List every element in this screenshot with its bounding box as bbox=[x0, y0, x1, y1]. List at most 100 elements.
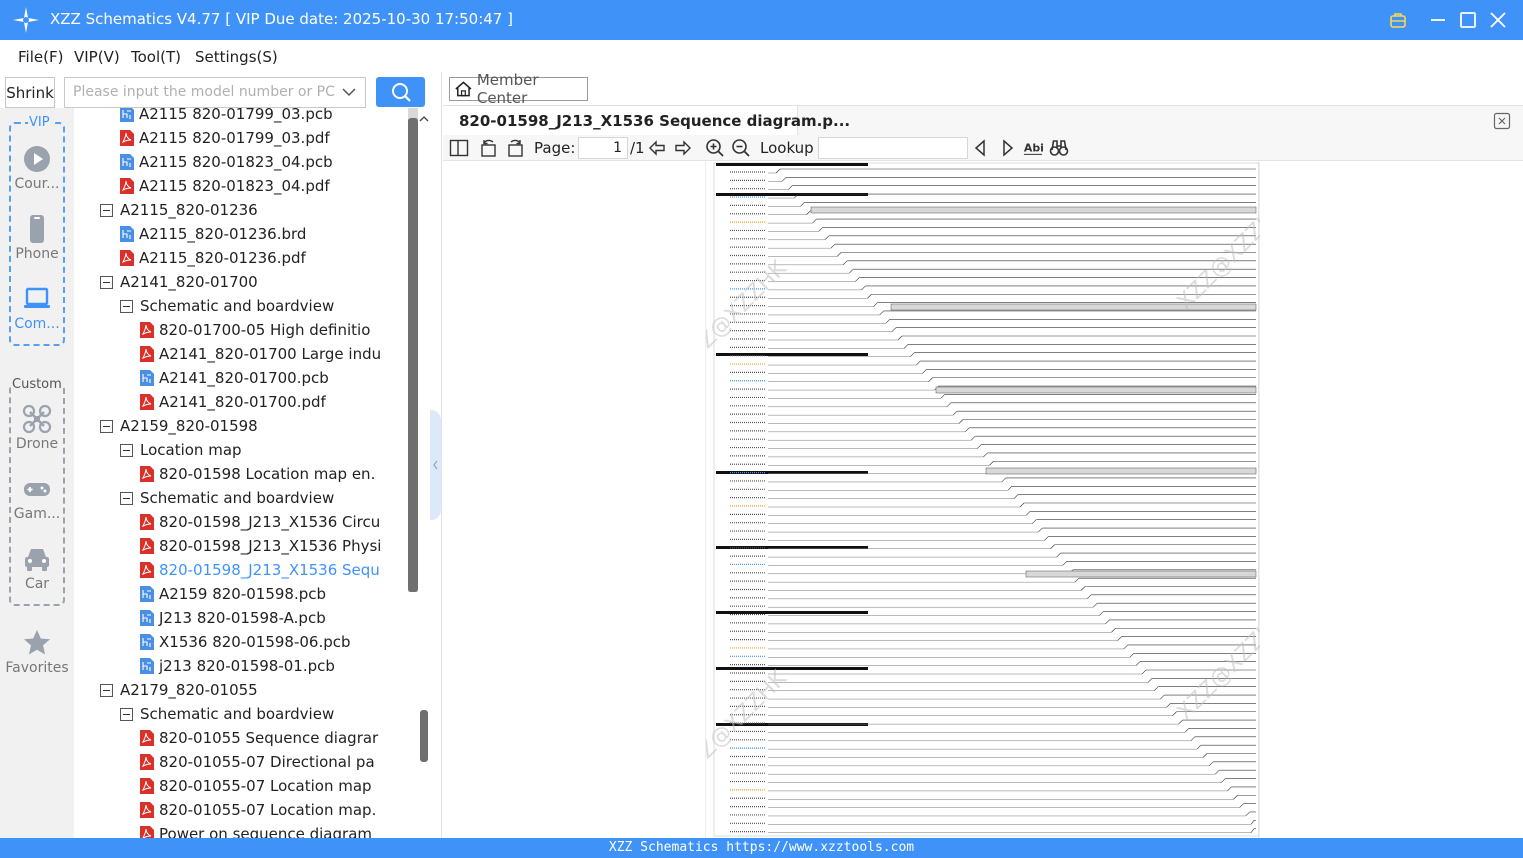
collapse-toggle-icon[interactable] bbox=[120, 443, 133, 457]
tree-file[interactable]: X1536 820-01598-06.pcb bbox=[140, 630, 351, 654]
lookup-input[interactable] bbox=[818, 137, 968, 159]
tree-file[interactable]: A2115 820-01799_03.pdf bbox=[120, 126, 330, 150]
tree-file[interactable]: A2115_820-01236.pdf bbox=[120, 246, 306, 270]
close-button[interactable] bbox=[1486, 8, 1510, 32]
menu-vip[interactable]: VIP(V) bbox=[74, 48, 120, 66]
document-tab[interactable]: 820-01598_J213_X1536 Sequence diagram.p.… bbox=[443, 106, 850, 136]
collapse-panel-handle[interactable] bbox=[430, 410, 441, 520]
tree-file[interactable]: A2159 820-01598.pcb bbox=[140, 582, 326, 606]
vip-bag-button[interactable] bbox=[1386, 8, 1410, 32]
next-page-icon[interactable] bbox=[673, 138, 693, 158]
tree-file[interactable]: 820-01598 Location map en. bbox=[140, 462, 375, 486]
signal-edge bbox=[1135, 661, 1141, 666]
tree-file[interactable]: 820-01700-05 High definitio bbox=[140, 318, 370, 342]
tree-scrollbar-thumb[interactable] bbox=[408, 118, 418, 592]
menu-settings[interactable]: Settings(S) bbox=[195, 48, 278, 66]
tree-folder[interactable]: Schematic and boardview bbox=[120, 486, 334, 510]
search-button[interactable] bbox=[376, 77, 425, 107]
tree-folder[interactable]: Location map bbox=[120, 438, 242, 462]
category-courses[interactable]: Cour... bbox=[0, 144, 74, 192]
tree-folder[interactable]: A2179_820-01055 bbox=[100, 678, 258, 702]
signal-edge bbox=[1062, 561, 1067, 566]
signal-edge bbox=[818, 227, 823, 232]
pdf-toolbar: Page: 1 /1 Lookup Abi bbox=[443, 135, 1523, 161]
scroll-up-icon[interactable] bbox=[418, 113, 430, 125]
signal-edge bbox=[1147, 678, 1153, 683]
pdf-viewer[interactable]: XZZ@XZZHK XZZ@XZZHK XZZ@XZZHK XZZ@XZZHK bbox=[443, 161, 1523, 838]
tree-file[interactable]: A2115 820-01799_03.pcb bbox=[120, 108, 333, 126]
tree-item-label: 820-01055-07 Directional pa bbox=[159, 753, 375, 771]
tree-file[interactable]: 820-01598_J213_X1536 Circu bbox=[140, 510, 380, 534]
collapse-toggle-icon[interactable] bbox=[120, 491, 133, 505]
menu-file[interactable]: File(F) bbox=[18, 48, 63, 66]
signal-edge bbox=[1056, 552, 1061, 558]
rotate-right-icon[interactable] bbox=[505, 138, 525, 158]
tree-file[interactable]: 820-01598_J213_X1536 Sequ bbox=[140, 558, 380, 582]
tree-file[interactable]: A2141_820-01700.pdf bbox=[140, 390, 326, 414]
shrink-button[interactable]: Shrink bbox=[5, 77, 55, 108]
signal-edge bbox=[830, 243, 836, 249]
tree-file[interactable]: 820-01598_J213_X1536 Physi bbox=[140, 534, 381, 558]
collapse-toggle-icon[interactable] bbox=[120, 299, 133, 313]
category-drone[interactable]: Drone bbox=[0, 404, 74, 452]
tree-file[interactable]: 820-01055-07 Directional pa bbox=[140, 750, 375, 774]
tree-file[interactable]: 820-01055-07 Location map. bbox=[140, 798, 376, 822]
rotate-left-icon[interactable] bbox=[479, 138, 499, 158]
menu-tool[interactable]: Tool(T) bbox=[131, 48, 181, 66]
prev-page-icon[interactable] bbox=[647, 138, 667, 158]
category-favorites[interactable]: Favorites bbox=[0, 628, 74, 676]
tree-folder[interactable]: A2141_820-01700 bbox=[100, 270, 258, 294]
collapse-toggle-icon[interactable] bbox=[100, 419, 113, 433]
signal-edge bbox=[1166, 703, 1171, 708]
signal-edge bbox=[879, 310, 884, 316]
maximize-button[interactable] bbox=[1456, 8, 1480, 32]
signal-edge bbox=[1044, 536, 1049, 541]
zoom-out-icon[interactable] bbox=[731, 138, 751, 158]
search-input[interactable] bbox=[73, 84, 335, 100]
category-games[interactable]: Gam... bbox=[0, 474, 74, 522]
tree-folder[interactable]: A2115_820-01236 bbox=[100, 198, 258, 222]
close-tab-icon[interactable] bbox=[1493, 112, 1511, 130]
tree-folder[interactable]: Schematic and boardview bbox=[120, 294, 334, 318]
tree-item-label: Schematic and boardview bbox=[140, 705, 335, 723]
binoculars-icon[interactable] bbox=[1049, 138, 1069, 158]
pdf-file-icon bbox=[140, 562, 154, 578]
category-phone[interactable]: Phone bbox=[0, 214, 74, 262]
collapse-toggle-icon[interactable] bbox=[100, 203, 113, 217]
tree-file[interactable]: 820-01055 Sequence diagrar bbox=[140, 726, 378, 750]
tree-file[interactable]: A2115_820-01236.brd bbox=[120, 222, 306, 246]
tree-folder[interactable]: Schematic and boardview bbox=[120, 702, 334, 726]
match-case-icon[interactable]: Abi bbox=[1023, 138, 1043, 158]
gamepad-icon bbox=[24, 483, 50, 496]
signal-edge bbox=[1074, 577, 1080, 583]
tree-folder[interactable]: A2159_820-01598 bbox=[100, 414, 258, 438]
collapse-toggle-icon[interactable] bbox=[100, 683, 113, 697]
tree-hscroll-thumb[interactable] bbox=[420, 710, 428, 762]
file-tree: A2115 820-01799_03.pcb A2115 820-01799_03… bbox=[74, 108, 430, 838]
collapse-toggle-icon[interactable] bbox=[100, 275, 113, 289]
signal-edge bbox=[1086, 594, 1092, 600]
page-number-input[interactable]: 1 bbox=[578, 137, 628, 159]
toggle-sidebar-icon[interactable] bbox=[449, 138, 469, 158]
clock-band bbox=[985, 467, 1257, 475]
tree-file[interactable]: A2115 820-01823_04.pcb bbox=[120, 150, 333, 174]
category-computer[interactable]: Com... bbox=[0, 284, 74, 332]
tree-file[interactable]: J213 820-01598-A.pcb bbox=[140, 606, 326, 630]
find-next-icon[interactable] bbox=[997, 138, 1017, 158]
find-prev-icon[interactable] bbox=[971, 138, 991, 158]
chevron-down-icon[interactable] bbox=[341, 84, 357, 100]
tree-file[interactable]: A2141_820-01700 Large indu bbox=[140, 342, 381, 366]
collapse-toggle-icon[interactable] bbox=[120, 707, 133, 721]
category-car[interactable]: Car bbox=[0, 544, 74, 592]
tree-file[interactable]: A2115 820-01823_04.pdf bbox=[120, 174, 330, 198]
maximize-icon bbox=[1460, 12, 1476, 28]
tree-file[interactable]: Power on sequence diagram bbox=[140, 822, 372, 838]
member-center-button[interactable]: Member Center bbox=[449, 71, 588, 107]
zoom-in-icon[interactable] bbox=[705, 138, 725, 158]
tree-item-label: 820-01598_J213_X1536 Circu bbox=[159, 513, 381, 531]
minimize-button[interactable] bbox=[1426, 8, 1450, 32]
tree-file[interactable]: j213 820-01598-01.pcb bbox=[140, 654, 335, 678]
tree-file[interactable]: A2141_820-01700.pcb bbox=[140, 366, 329, 390]
tree-file[interactable]: 820-01055-07 Location map bbox=[140, 774, 372, 798]
signal-edge bbox=[1250, 820, 1255, 825]
